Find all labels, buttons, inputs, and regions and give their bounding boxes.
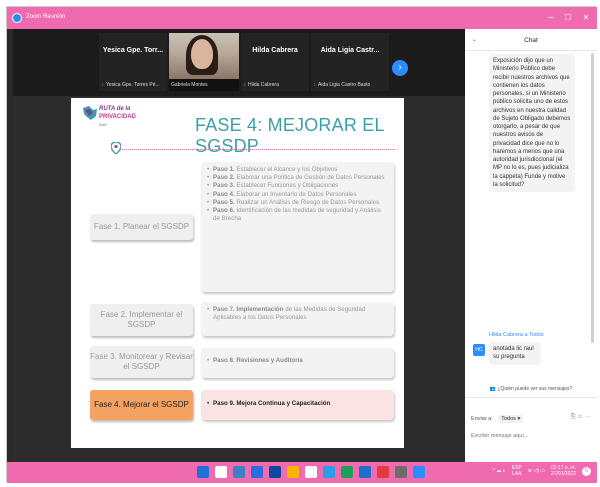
participant-video (169, 33, 239, 79)
zoom-window: Zoom Reunión – ☐ ✕ Yesica Gpe. Torr... ♪… (6, 6, 597, 483)
send-to-row: Enviar a: Todos ▾ (471, 415, 524, 423)
taskbar-app-icon[interactable] (197, 466, 209, 478)
taskbar-app-icon[interactable] (233, 466, 245, 478)
next-participants-button[interactable]: › (392, 60, 408, 76)
step-item: Paso 9. Mejora Continua y Capacitación (207, 400, 388, 408)
logo-text-line2: PRIVACIDAD (99, 114, 136, 120)
zoom-app-icon (12, 13, 22, 23)
close-button[interactable]: ✕ (578, 11, 594, 25)
phase-1-box: Fase 1. Planear el SGSDP (90, 214, 193, 240)
windows-taskbar: ^ ☁ ◐ ESP LAA ≋ ◁) ▭ 02:17 p. m. 27/01/2… (7, 462, 597, 483)
map-logo-icon (83, 106, 97, 120)
taskbar-app-icon[interactable] (377, 466, 389, 478)
participant-tile[interactable]: Yesica Gpe. Torr... ♪ Yesica Gpe. Torres … (99, 33, 167, 91)
participant-label: ♪ Yesica Gpe. Torres Pé... (101, 82, 160, 88)
steps-group-3: Paso 8. Revisiones y Auditoría (201, 348, 394, 378)
taskbar-app-icons (197, 466, 425, 479)
phase-3-box: Fase 3. Monitorear y Revisar el SGSDP (90, 346, 193, 378)
step-item: Paso 8. Revisiones y Auditoría (207, 357, 388, 365)
system-tray: ^ ☁ ◐ ESP LAA ≋ ◁) ▭ 02:17 p. m. 27/01/2… (493, 465, 591, 478)
taskbar-app-icon[interactable] (323, 466, 335, 478)
chat-tools-icons[interactable]: ⎘ ☺ ··· (571, 414, 591, 421)
chat-message: anotada lic raul su pregunta (489, 342, 541, 365)
taskbar-app-icon[interactable] (305, 466, 317, 478)
participant-name: Yesica Gpe. Torr... (102, 47, 164, 54)
slide-title: FASE 4: MEJORAR EL SGSDP (195, 115, 384, 156)
participant-label: ♪ Aida Ligia Castro Basto (313, 82, 371, 88)
presentation-slide: RUTA de la PRIVACIDAD INAI FASE 4: MEJOR… (71, 98, 404, 448)
taskbar-app-icon[interactable] (287, 466, 299, 478)
minimize-button[interactable]: – (543, 11, 559, 25)
participant-tile[interactable]: Aida Ligia Castr... ♪ Aida Ligia Castro B… (311, 33, 389, 91)
language-indicator[interactable]: ESP LAA (512, 465, 522, 478)
who-can-see-link[interactable]: 👥 ¿Quién puede ver sus mensajes? (465, 386, 597, 392)
chat-header: ⌄ Chat (465, 29, 597, 51)
taskbar-app-icon[interactable] (395, 466, 407, 478)
phase-2-box: Fase 2. Implementar el SGSDP (90, 304, 193, 336)
clock[interactable]: 02:17 p. m. 27/01/2022 (551, 465, 576, 478)
participant-label: ♪ Hilda Cabrera (243, 82, 279, 88)
shared-screen-area: RUTA de la PRIVACIDAD INAI FASE 4: MEJOR… (13, 96, 465, 468)
chat-title: Chat (524, 37, 538, 44)
send-to-label: Enviar a: (471, 416, 493, 422)
step-item: Paso 4. Elaborar un Inventario de Datos … (207, 191, 388, 199)
chat-message: Exposición dijo que un Ministerio Públic… (489, 54, 575, 193)
chat-scrollbar[interactable] (591, 53, 594, 343)
phase-4-box: Fase 4. Mejorar el SGSDP (90, 390, 193, 420)
participant-name: Hilda Cabrera (252, 47, 298, 54)
step-item: Paso 6. Identificación de las medidas de… (207, 207, 388, 223)
taskbar-app-icon[interactable] (359, 466, 371, 478)
avatar: HC (473, 344, 485, 356)
notification-badge[interactable]: 5 (582, 466, 591, 476)
location-pin-icon (111, 142, 121, 154)
steps-group-1: Paso 1. Establecer el Alcance y los Obje… (201, 162, 394, 292)
participant-tile[interactable]: Hilda Cabrera ♪ Hilda Cabrera (241, 33, 309, 91)
participant-name: Aida Ligia Castr... (320, 47, 380, 54)
taskbar-app-icon[interactable] (341, 466, 353, 478)
mic-muted-icon: ♪ (101, 82, 104, 88)
taskbar-app-icon[interactable] (251, 466, 263, 478)
logo-text-line3: INAI (99, 122, 107, 127)
chat-sender: Hilda Cabrera a Todos (489, 332, 544, 338)
recipient-dropdown[interactable]: Todos ▾ (498, 415, 524, 423)
step-item: Paso 7. Implementación de las Medidas de… (207, 306, 388, 322)
divider (465, 397, 597, 398)
steps-group-2: Paso 7. Implementación de las Medidas de… (201, 302, 394, 336)
logo-text-line1: RUTA de la (99, 106, 131, 112)
participant-tile[interactable]: Gabriela Montes (169, 33, 239, 91)
step-item: Paso 2. Elaborar una Política de Gestión… (207, 174, 388, 182)
maximize-button[interactable]: ☐ (560, 11, 576, 25)
video-person-face (191, 39, 213, 69)
ruta-privacidad-logo: RUTA de la PRIVACIDAD INAI (81, 104, 139, 140)
dotted-route-line (119, 149, 395, 150)
taskbar-app-icon[interactable] (215, 466, 227, 478)
title-bar: Zoom Reunión – ☐ ✕ (7, 7, 597, 29)
chat-panel: ⌄ Chat Exposición dijo que un Ministerio… (465, 29, 597, 467)
step-item: Paso 5. Realizar un Análisis de Riesgo d… (207, 199, 388, 207)
chat-message-input[interactable] (471, 429, 589, 443)
network-volume-battery-icons[interactable]: ≋ ◁) ▭ (528, 468, 545, 474)
taskbar-app-icon[interactable] (413, 466, 425, 478)
participant-video-strip: Yesica Gpe. Torr... ♪ Yesica Gpe. Torres … (13, 29, 465, 96)
step-item: Paso 3. Establecer Funciones y Obligacio… (207, 182, 388, 190)
mic-muted-icon: ♪ (243, 82, 246, 88)
steps-group-4: Paso 9. Mejora Continua y Capacitación (201, 390, 394, 420)
tray-icons[interactable]: ^ ☁ ◐ (493, 468, 506, 474)
step-item: Paso 1. Establecer el Alcance y los Obje… (207, 166, 388, 174)
window-title: Zoom Reunión (26, 14, 66, 20)
people-icon: 👥 (489, 386, 497, 392)
taskbar-app-icon[interactable] (269, 466, 281, 478)
mic-muted-icon: ♪ (313, 82, 316, 88)
participant-label: Gabriela Montes (171, 82, 208, 88)
